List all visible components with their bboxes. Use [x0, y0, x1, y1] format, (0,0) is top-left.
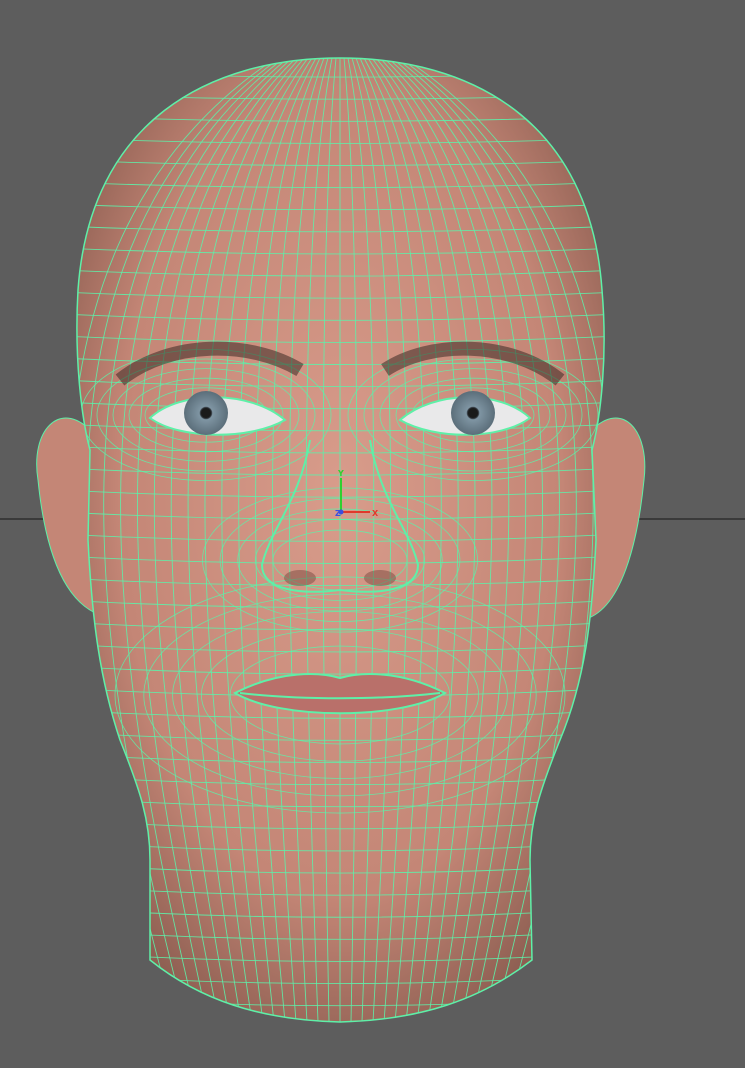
gizmo-y-label: Y	[337, 469, 344, 478]
3d-viewport[interactable]: Y X Z	[0, 0, 745, 1068]
viewport-canvas[interactable]: Y X Z	[0, 0, 745, 1068]
gizmo-z-label: Z	[335, 509, 341, 518]
gizmo-x-label: X	[372, 509, 379, 518]
head-mesh[interactable]	[60, 57, 620, 1028]
